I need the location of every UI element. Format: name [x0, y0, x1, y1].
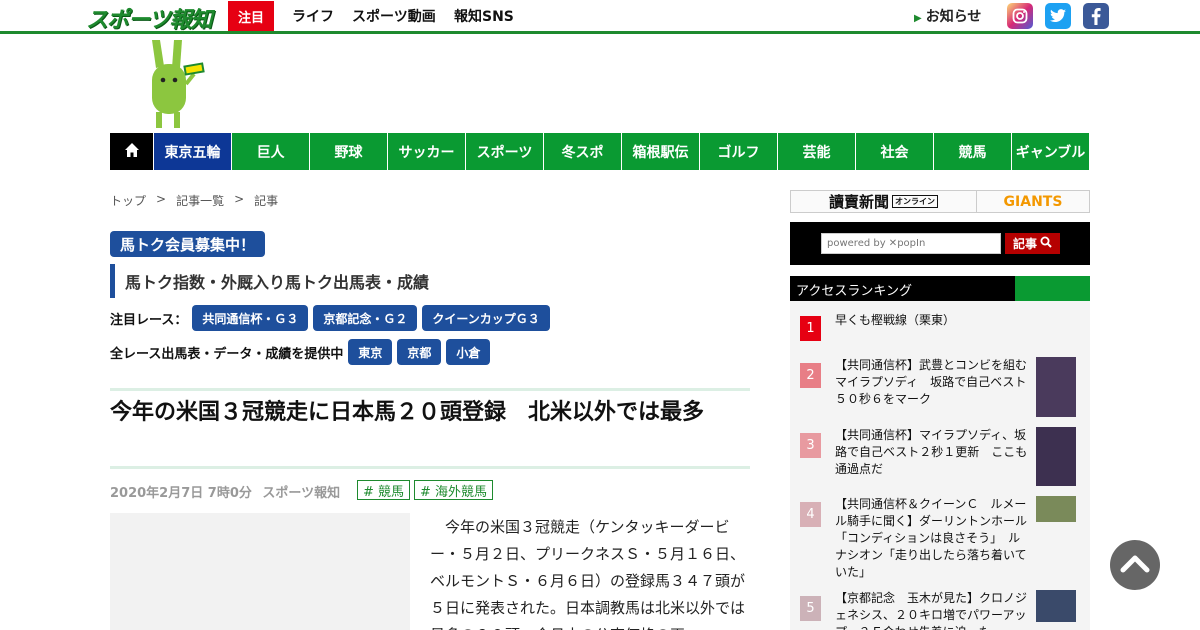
nav-giants[interactable]: 巨人	[232, 133, 310, 170]
ranking-number: 5	[800, 596, 821, 621]
ranking-item[interactable]: 1 早くも樫戦線（栗東）	[800, 313, 1082, 341]
member-badge[interactable]: 馬トク会員募集中！	[110, 231, 266, 257]
article-date: 2020年2月7日 7時0分	[110, 486, 252, 501]
top-link-sns[interactable]: 報知SNS	[454, 0, 514, 31]
top-bar: スポーツ報知 注目 ライフ スポーツ動画 報知SNS ▶ お知らせ	[0, 0, 1200, 34]
focus-race-row: 注目レース： 共同通信杯・Ｇ３ 京都記念・Ｇ２ クイーンカップＧ３	[110, 305, 550, 331]
ranking-thumbnail	[1036, 357, 1076, 417]
promo-subtitle[interactable]: 馬トク指数・外厩入り馬トク出馬表・成績	[110, 264, 429, 298]
ranking-thumbnail	[1036, 427, 1076, 486]
chevron-up-icon	[1120, 553, 1150, 577]
article-photo	[110, 513, 410, 630]
giants-link[interactable]: GIANTS	[977, 191, 1089, 212]
facebook-icon[interactable]	[1083, 3, 1109, 29]
top-link-life[interactable]: ライフ	[292, 0, 334, 31]
ranking-number: 2	[800, 363, 821, 388]
focus-race-kyoto-kinen[interactable]: 京都記念・Ｇ２	[313, 305, 418, 331]
twitter-icon[interactable]	[1045, 3, 1071, 29]
ranking-item[interactable]: 4 【共同通信杯＆クイーンＣ ルメール騎手に聞く】ダーリントンホール「コンディシ…	[800, 496, 1082, 581]
venue-kokura[interactable]: 小倉	[446, 339, 491, 365]
breadcrumb: トップ > 記事一覧 > 記事	[110, 192, 278, 209]
article-body: 今年の米国３冠競走（ケンタッキーダービー・５月２日、プリークネスＳ・５月１６日、…	[430, 518, 746, 630]
tag-keiba[interactable]: # 競馬	[357, 480, 411, 500]
nav-tokyo2020[interactable]: 東京五輪	[154, 133, 232, 170]
ranking-header: アクセスランキング	[790, 276, 1090, 301]
triangle-right-icon: ▶	[914, 13, 922, 24]
home-icon	[124, 142, 140, 162]
ranking-item[interactable]: 5 【京都記念 玉木が見た】クロノジェネシス、２０キロ増でパワーアップ、２Ｆ合わ…	[800, 590, 1082, 630]
ranking-number: 1	[800, 316, 821, 341]
nav-entertainment[interactable]: 芸能	[778, 133, 856, 170]
ranking-number: 4	[800, 502, 821, 527]
nav-winter-sports[interactable]: 冬スポ	[544, 133, 622, 170]
focus-race-label: 注目レース：	[110, 312, 188, 328]
ranking-item[interactable]: 3 【共同通信杯】マイラプソディ、坂路で自己ベスト２秒１更新 ここも通過点だ	[800, 427, 1082, 486]
search-icon	[1040, 236, 1052, 251]
top-link-video[interactable]: スポーツ動画	[352, 0, 436, 31]
breadcrumb-top[interactable]: トップ	[110, 192, 146, 209]
ranking-title: アクセスランキング	[796, 284, 912, 299]
nav-baseball[interactable]: 野球	[310, 133, 388, 170]
ranking-text: 【共同通信杯】マイラプソディ、坂路で自己ベスト２秒１更新 ここも通過点だ	[835, 428, 1028, 476]
search-button[interactable]: 記事	[1005, 233, 1060, 254]
ranking-text: 【共同通信杯＆クイーンＣ ルメール騎手に聞く】ダーリントンホール「コンディション…	[835, 497, 1028, 579]
article-source: スポーツ報知	[262, 486, 341, 501]
focus-race-kyodo[interactable]: 共同通信杯・Ｇ３	[192, 305, 309, 331]
nav-sports[interactable]: スポーツ	[466, 133, 544, 170]
ranking-text: 【共同通信杯】武豊とコンビを組むマイラプソディ 坂路で自己ベスト５０秒６をマーク	[835, 358, 1028, 406]
ranking-text: 早くも樫戦線（栗東）	[835, 313, 956, 327]
instagram-icon[interactable]	[1007, 3, 1033, 29]
title-divider-top	[110, 388, 750, 391]
all-race-label: 全レース出馬表・データ・成績を提供中	[110, 346, 344, 362]
breadcrumb-list[interactable]: 記事一覧	[176, 192, 224, 209]
nav-golf[interactable]: ゴルフ	[700, 133, 778, 170]
nav-horse-racing[interactable]: 競馬	[934, 133, 1012, 170]
venue-kyoto[interactable]: 京都	[397, 339, 442, 365]
main-nav: 東京五輪 巨人 野球 サッカー スポーツ 冬スポ 箱根駅伝 ゴルフ 芸能 社会 …	[110, 133, 1090, 170]
search-input[interactable]	[821, 233, 1001, 254]
ranking-thumbnail	[1036, 590, 1076, 622]
yomiuri-link[interactable]: 讀賣新聞 オンライン	[791, 191, 977, 212]
ranking-header-accent	[1015, 276, 1090, 301]
ranking-item[interactable]: 2 【共同通信杯】武豊とコンビを組むマイラプソディ 坂路で自己ベスト５０秒６をマ…	[800, 357, 1082, 417]
mascot-image	[146, 38, 206, 130]
ranking-thumbnail	[1036, 496, 1076, 522]
site-logo[interactable]: スポーツ報知	[86, 2, 213, 34]
nav-society[interactable]: 社会	[856, 133, 934, 170]
breadcrumb-current: 記事	[254, 194, 279, 208]
focus-tab[interactable]: 注目	[228, 1, 274, 31]
venue-tokyo[interactable]: 東京	[348, 339, 393, 365]
venue-row: 全レース出馬表・データ・成績を提供中 東京 京都 小倉	[110, 339, 491, 365]
nav-soccer[interactable]: サッカー	[388, 133, 466, 170]
breadcrumb-separator: >	[234, 192, 245, 206]
partner-banner: 讀賣新聞 オンライン GIANTS	[790, 190, 1090, 213]
tag-overseas-keiba[interactable]: # 海外競馬	[414, 480, 494, 500]
ranking-number: 3	[800, 433, 821, 458]
notice-link[interactable]: ▶ お知らせ	[914, 6, 981, 26]
search-box: 記事	[790, 222, 1090, 265]
back-to-top-button[interactable]	[1110, 540, 1160, 590]
nav-hakone-ekiden[interactable]: 箱根駅伝	[622, 133, 700, 170]
article-meta: 2020年2月7日 7時0分 スポーツ報知	[110, 482, 340, 501]
nav-home[interactable]	[110, 133, 154, 170]
title-divider-bottom	[110, 466, 750, 469]
article-title: 今年の米国３冠競走に日本馬２０頭登録 北米以外では最多	[110, 400, 705, 425]
focus-race-queen-cup[interactable]: クイーンカップＧ３	[422, 305, 550, 331]
breadcrumb-separator: >	[156, 192, 167, 206]
nav-gamble[interactable]: ギャンブル	[1012, 133, 1090, 170]
ranking-text: 【京都記念 玉木が見た】クロノジェネシス、２０キロ増でパワーアップ、２Ｆ合わせ先…	[835, 591, 1028, 630]
